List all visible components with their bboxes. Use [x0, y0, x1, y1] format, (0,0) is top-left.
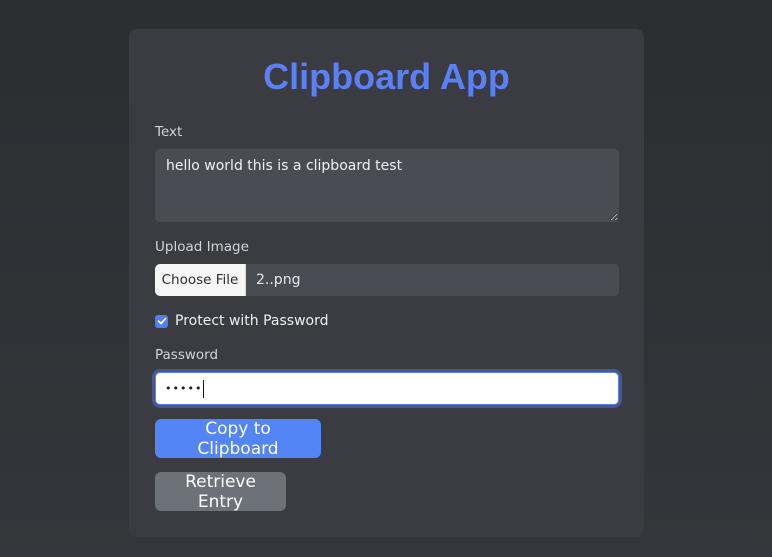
protect-password-checkbox[interactable]: [155, 314, 168, 328]
selected-file-name: 2..png: [256, 272, 301, 288]
checkmark-icon: [157, 317, 166, 325]
password-input[interactable]: •••••: [155, 372, 619, 405]
choose-file-button[interactable]: Choose File: [155, 264, 246, 296]
retrieve-entry-button[interactable]: Retrieve Entry: [155, 472, 286, 512]
protect-password-label[interactable]: Protect with Password: [175, 313, 329, 329]
password-masked-value: •••••: [165, 382, 203, 395]
protect-password-row[interactable]: Protect with Password: [155, 313, 618, 329]
text-input[interactable]: hello world this is a clipboard test: [155, 149, 619, 222]
password-label: Password: [155, 347, 219, 363]
app-title: Clipboard App: [263, 56, 510, 97]
file-input[interactable]: Choose File 2..png: [155, 264, 619, 296]
clipboard-card: Clipboard App Text hello world this is a…: [129, 29, 644, 537]
copy-to-clipboard-button[interactable]: Copy to Clipboard: [155, 419, 321, 459]
upload-image-label: Upload Image: [155, 239, 249, 255]
text-caret: [203, 379, 205, 398]
text-label: Text: [155, 124, 183, 140]
